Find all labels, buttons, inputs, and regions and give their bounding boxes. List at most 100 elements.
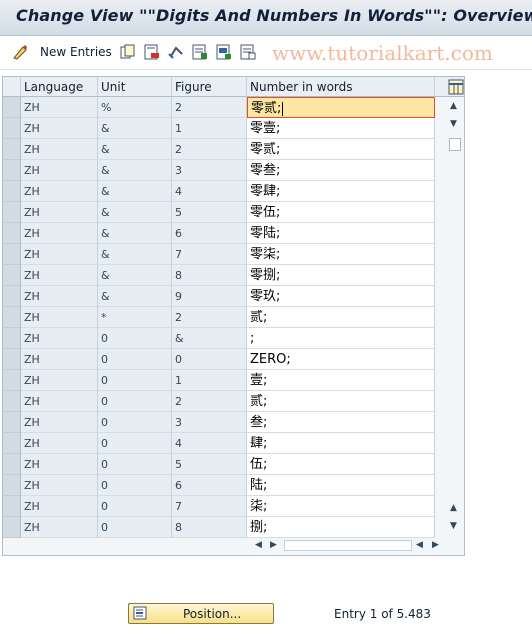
cell-number-in-words[interactable]: 贰;	[247, 307, 435, 328]
select-all-icon[interactable]	[192, 44, 208, 60]
row-selector[interactable]	[3, 139, 21, 160]
cell-figure: 2	[172, 139, 247, 160]
row-selector[interactable]	[3, 202, 21, 223]
position-button[interactable]: Position...	[128, 603, 274, 624]
cell-number-in-words[interactable]: 零捌;	[247, 265, 435, 286]
cell-language: ZH	[21, 202, 98, 223]
table-row: ZH & 6 零陆;	[3, 223, 445, 244]
scroll-left-end-icon[interactable]: ◀	[416, 540, 423, 550]
column-header-figure[interactable]: Figure	[172, 77, 247, 97]
cell-number-in-words[interactable]: 零叁;	[247, 160, 435, 181]
cell-figure: 8	[172, 517, 247, 538]
row-selector[interactable]	[3, 496, 21, 517]
table-row: ZH 0 1 壹;	[3, 370, 445, 391]
cell-number-in-words[interactable]: 壹;	[247, 370, 435, 391]
cell-language: ZH	[21, 454, 98, 475]
row-selector[interactable]	[3, 181, 21, 202]
cell-number-in-words[interactable]: 零壹;	[247, 118, 435, 139]
table-row: ZH 0 8 捌;	[3, 517, 445, 538]
table-row: ZH * 2 贰;	[3, 307, 445, 328]
cell-number-in-words[interactable]: ;	[247, 328, 435, 349]
row-selector[interactable]	[3, 412, 21, 433]
cell-number-in-words[interactable]: 零贰;	[247, 139, 435, 160]
cell-language: ZH	[21, 370, 98, 391]
copy-icon[interactable]	[120, 44, 136, 60]
horizontal-scroll-track[interactable]	[284, 540, 412, 551]
position-icon	[133, 606, 147, 620]
cell-number-in-words[interactable]: 伍;	[247, 454, 435, 475]
table-row: ZH 0 3 叁;	[3, 412, 445, 433]
row-selector[interactable]	[3, 517, 21, 538]
table-row: ZH 0 2 贰;	[3, 391, 445, 412]
row-selector[interactable]	[3, 370, 21, 391]
undo-icon[interactable]	[168, 44, 184, 60]
row-selector[interactable]	[3, 286, 21, 307]
entry-counter: Entry 1 of 5.483	[334, 607, 431, 621]
cell-language: ZH	[21, 349, 98, 370]
row-selector[interactable]	[3, 118, 21, 139]
scroll-right-icon[interactable]: ▶	[432, 540, 439, 550]
column-header-language[interactable]: Language	[21, 77, 98, 97]
scroll-left-icon[interactable]: ◀	[255, 540, 262, 550]
scroll-down-icon[interactable]: ▼	[450, 119, 457, 129]
column-header-unit[interactable]: Unit	[98, 77, 172, 97]
cell-number-in-words[interactable]: 零贰;	[247, 97, 435, 118]
horizontal-scrollbar[interactable]: ◀ ▶ ◀ ▶	[249, 538, 446, 554]
cell-language: ZH	[21, 433, 98, 454]
select-block-icon[interactable]	[216, 44, 232, 60]
row-selector[interactable]	[3, 454, 21, 475]
cell-figure: 2	[172, 391, 247, 412]
cell-number-in-words[interactable]: 柒;	[247, 496, 435, 517]
cell-unit: &	[98, 181, 172, 202]
row-selector[interactable]	[3, 160, 21, 181]
scroll-right-start-icon[interactable]: ▶	[270, 540, 277, 550]
cell-unit: 0	[98, 349, 172, 370]
cell-number-in-words[interactable]: 肆;	[247, 433, 435, 454]
scroll-page-down-icon[interactable]: ▼	[450, 521, 457, 531]
select-all-rows-header[interactable]	[3, 77, 21, 97]
deselect-all-icon[interactable]	[240, 44, 256, 60]
cell-figure: 1	[172, 370, 247, 391]
row-selector[interactable]	[3, 349, 21, 370]
cell-number-in-words[interactable]: 零陆;	[247, 223, 435, 244]
table-row: ZH & 5 零伍;	[3, 202, 445, 223]
row-selector[interactable]	[3, 433, 21, 454]
cell-language: ZH	[21, 517, 98, 538]
row-selector[interactable]	[3, 475, 21, 496]
column-header-number-in-words[interactable]: Number in words	[247, 77, 435, 97]
table-settings-icon[interactable]	[448, 79, 464, 95]
row-selector[interactable]	[3, 328, 21, 349]
watermark: www.tutorialkart.com	[272, 41, 493, 65]
cell-language: ZH	[21, 118, 98, 139]
scroll-thumb[interactable]	[449, 138, 461, 151]
scroll-up-icon[interactable]: ▲	[450, 101, 457, 111]
row-selector[interactable]	[3, 223, 21, 244]
cell-number-in-words[interactable]: 零柒;	[247, 244, 435, 265]
table-row: ZH & 1 零壹;	[3, 118, 445, 139]
cell-figure: 7	[172, 496, 247, 517]
cell-figure: 8	[172, 265, 247, 286]
cell-language: ZH	[21, 181, 98, 202]
new-entries-button[interactable]: New Entries	[40, 40, 112, 64]
cell-number-in-words[interactable]: 叁;	[247, 412, 435, 433]
vertical-scrollbar[interactable]: ▲ ▼ ▲ ▼	[447, 97, 464, 537]
cell-number-in-words[interactable]: 零肆;	[247, 181, 435, 202]
row-selector[interactable]	[3, 265, 21, 286]
cell-number-in-words[interactable]: 贰;	[247, 391, 435, 412]
cell-number-in-words[interactable]: 零伍;	[247, 202, 435, 223]
cell-number-in-words[interactable]: ZERO;	[247, 349, 435, 370]
row-selector[interactable]	[3, 97, 21, 118]
cell-language: ZH	[21, 412, 98, 433]
display-change-icon[interactable]	[12, 44, 28, 60]
row-selector[interactable]	[3, 391, 21, 412]
cell-number-in-words[interactable]: 零玖;	[247, 286, 435, 307]
cell-unit: &	[98, 202, 172, 223]
cell-number-in-words[interactable]: 捌;	[247, 517, 435, 538]
row-selector[interactable]	[3, 307, 21, 328]
cell-unit: 0	[98, 475, 172, 496]
cell-unit: 0	[98, 412, 172, 433]
delete-icon[interactable]	[144, 44, 160, 60]
scroll-page-up-icon[interactable]: ▲	[450, 503, 457, 513]
cell-number-in-words[interactable]: 陆;	[247, 475, 435, 496]
row-selector[interactable]	[3, 244, 21, 265]
